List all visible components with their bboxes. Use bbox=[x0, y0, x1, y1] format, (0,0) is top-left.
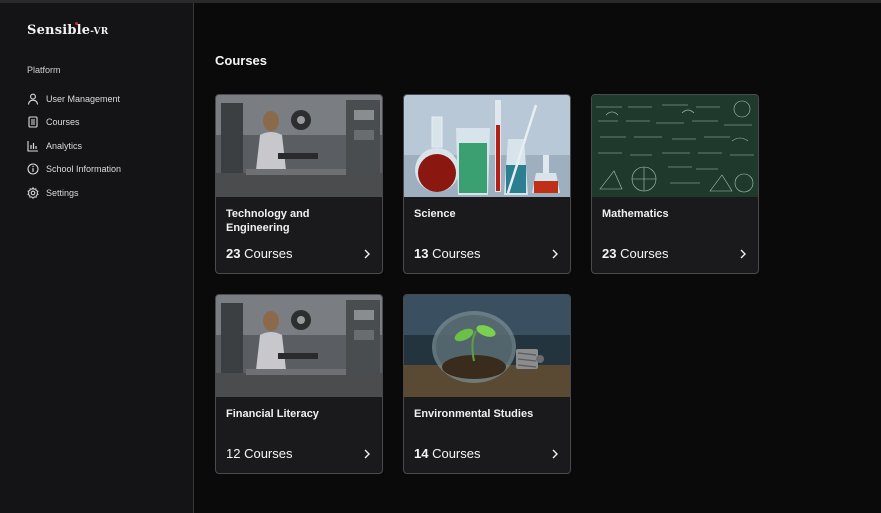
course-count-number: 13 bbox=[414, 246, 429, 261]
chevron-right-icon[interactable] bbox=[551, 449, 559, 459]
course-count-label: Courses bbox=[240, 246, 293, 261]
sidebar-item-analytics[interactable]: Analytics bbox=[27, 134, 121, 158]
sidebar-section-label: Platform bbox=[27, 65, 61, 75]
course-count-label: Courses bbox=[240, 446, 293, 461]
brand-logo[interactable]: Sensible-VR bbox=[27, 22, 109, 38]
sidebar-item-label: Analytics bbox=[46, 140, 83, 151]
info-icon bbox=[27, 163, 39, 175]
card-title: Environmental Studies bbox=[414, 408, 534, 420]
sidebar-item-label: School Information bbox=[46, 164, 122, 175]
document-icon bbox=[28, 116, 38, 128]
card-title: Financial Literacy bbox=[226, 408, 319, 420]
sidebar-item-label: Settings bbox=[46, 187, 79, 198]
sidebar: Sensible-VR Platform User Management Cou… bbox=[0, 3, 194, 513]
course-card-science[interactable]: Science 13 Courses bbox=[403, 94, 571, 274]
main-content: Courses Technology and Engineering 23 Co… bbox=[195, 3, 881, 513]
sidebar-item-settings[interactable]: Settings bbox=[27, 181, 121, 205]
course-card-financial-literacy[interactable]: Financial Literacy 12 Courses bbox=[215, 294, 383, 474]
sidebar-item-school-information[interactable]: School Information bbox=[27, 158, 121, 182]
chevron-right-icon[interactable] bbox=[739, 249, 747, 259]
card-title: Mathematics bbox=[602, 208, 669, 220]
sidebar-item-user-management[interactable]: User Management bbox=[27, 87, 121, 111]
brand-name: Sensible bbox=[27, 23, 91, 38]
course-count-label: Courses bbox=[428, 246, 481, 261]
course-card-mathematics[interactable]: Mathematics 23 Courses bbox=[591, 94, 759, 274]
page-title: Courses bbox=[215, 53, 268, 68]
course-card-technology-engineering[interactable]: Technology and Engineering 23 Courses bbox=[215, 94, 383, 274]
course-count-label: Courses bbox=[616, 246, 669, 261]
card-course-count: 23 Courses bbox=[602, 246, 669, 261]
sidebar-item-label: User Management bbox=[46, 93, 121, 104]
course-count-number: 23 bbox=[602, 246, 617, 261]
gear-icon bbox=[27, 186, 39, 199]
card-course-count: 13 Courses bbox=[414, 246, 481, 261]
chevron-right-icon[interactable] bbox=[363, 449, 371, 459]
chevron-right-icon[interactable] bbox=[363, 249, 371, 259]
sidebar-nav: User Management Courses Analytics School… bbox=[27, 87, 121, 205]
course-card-environmental-studies[interactable]: Environmental Studies 14 Courses bbox=[403, 294, 571, 474]
user-icon bbox=[27, 93, 39, 105]
card-course-count: 14 Courses bbox=[414, 446, 481, 461]
workshop-student-image bbox=[216, 95, 382, 197]
card-course-count: 23 Courses bbox=[226, 246, 293, 261]
lab-glassware-image bbox=[404, 95, 570, 197]
bar-chart-icon bbox=[27, 140, 38, 152]
chalkboard-formulas-image bbox=[592, 95, 758, 197]
lightbulb-plant-image bbox=[404, 295, 570, 397]
course-count-number: 12 bbox=[226, 446, 241, 461]
card-title: Science bbox=[414, 208, 456, 220]
sidebar-item-courses[interactable]: Courses bbox=[27, 111, 121, 135]
course-count-label: Courses bbox=[428, 446, 481, 461]
card-title: Technology and Engineering bbox=[226, 208, 310, 234]
course-count-number: 23 bbox=[226, 246, 241, 261]
sidebar-item-label: Courses bbox=[46, 117, 80, 128]
brand-suffix: -VR bbox=[90, 27, 109, 37]
workshop-student-image bbox=[216, 295, 382, 397]
card-course-count: 12 Courses bbox=[226, 446, 293, 461]
chevron-right-icon[interactable] bbox=[551, 249, 559, 259]
brand-accent-dot bbox=[75, 22, 78, 25]
course-count-number: 14 bbox=[414, 446, 429, 461]
